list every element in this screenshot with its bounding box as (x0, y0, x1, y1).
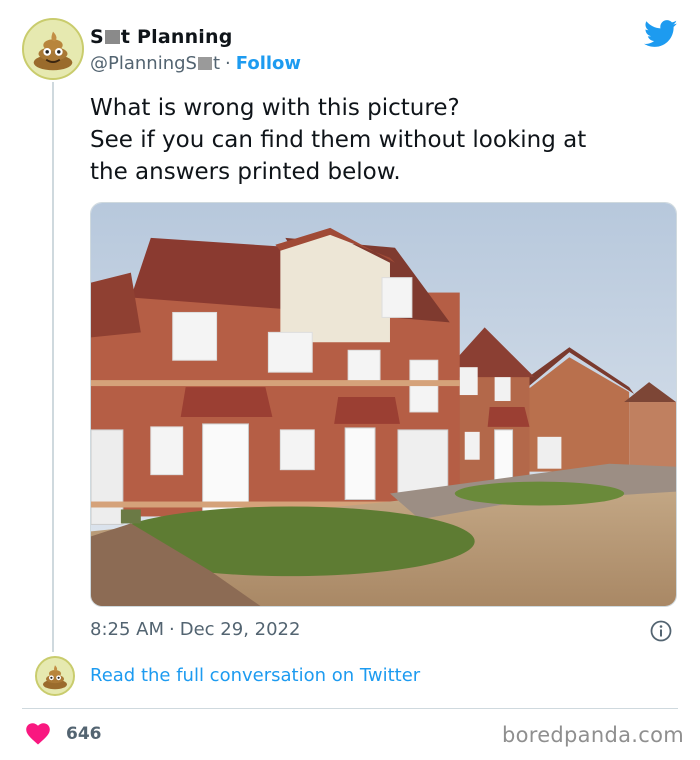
poop-emoji-icon (24, 20, 82, 78)
divider (22, 708, 678, 709)
separator-dot: · (169, 619, 175, 640)
tweet-line: See if you can find them without looking… (90, 127, 587, 153)
author-handle-row: @PlanningS t · Follow (90, 51, 301, 75)
tweet-timestamp[interactable]: 8:25 AM · Dec 29, 2022 (90, 619, 300, 640)
tweet-line: the answers printed below. (90, 159, 401, 185)
watermark: boredpanda.com (501, 723, 684, 747)
heart-icon (26, 723, 50, 745)
redaction-block (197, 56, 212, 70)
author-handle-end[interactable]: t (213, 53, 220, 74)
tweet-photo[interactable] (90, 202, 677, 607)
houses-photo (91, 203, 676, 606)
author-name[interactable]: S t Planning (90, 25, 233, 49)
reply-avatar[interactable] (35, 656, 75, 696)
author-name-end: t Planning (120, 26, 233, 48)
info-icon[interactable] (650, 620, 672, 642)
author-avatar[interactable] (22, 18, 84, 80)
tweet-line: What is wrong with this picture? (90, 95, 460, 121)
author-name-start: S (90, 26, 104, 48)
tweet-date: Dec 29, 2022 (179, 619, 301, 640)
separator-dot: · (225, 52, 231, 74)
follow-button[interactable]: Follow (236, 53, 301, 74)
twitter-bird-icon[interactable] (644, 20, 678, 48)
thread-line (52, 82, 54, 652)
read-conversation-link[interactable]: Read the full conversation on Twitter (90, 665, 420, 686)
like-button[interactable]: 646 (26, 722, 102, 746)
tweet-text: What is wrong with this picture? See if … (90, 92, 690, 188)
redaction-block (104, 30, 120, 44)
author-handle-start[interactable]: @PlanningS (90, 53, 197, 74)
poop-emoji-icon (37, 658, 73, 694)
like-count: 646 (66, 724, 102, 744)
tweet-time: 8:25 AM (90, 619, 164, 640)
